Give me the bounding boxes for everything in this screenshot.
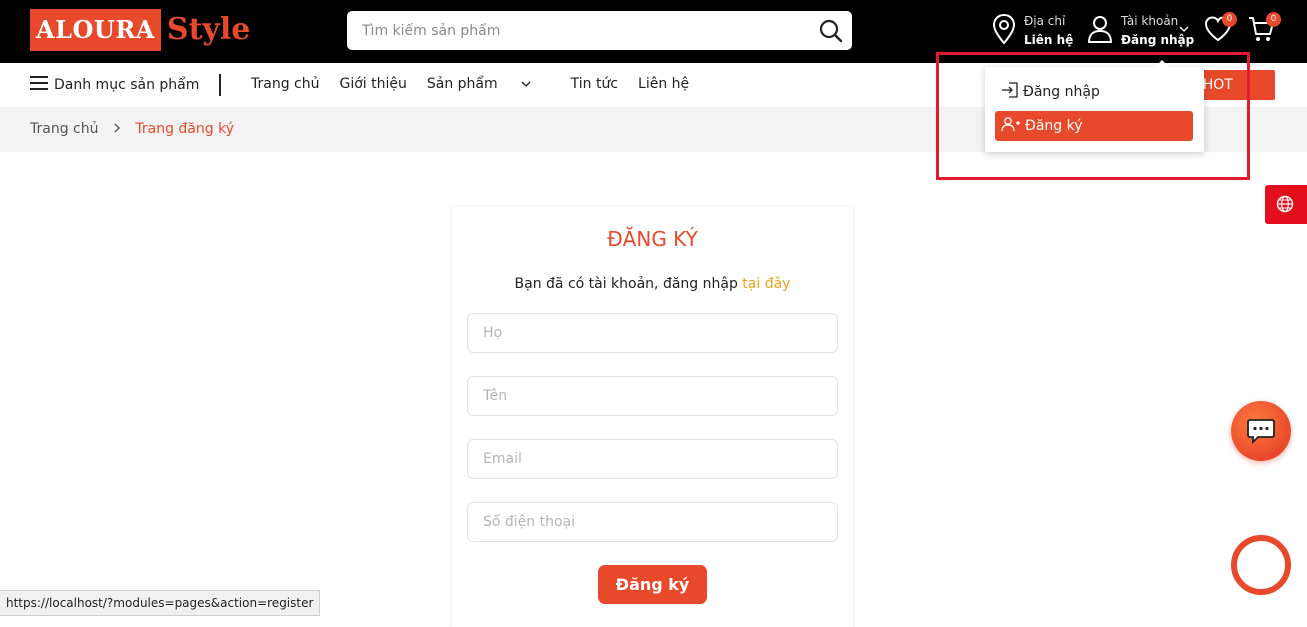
breadcrumb-home[interactable]: Trang chủ xyxy=(30,121,98,137)
nav-link-about[interactable]: Giới thiệu xyxy=(339,76,406,92)
status-url: https://localhost/?modules=pages&action=… xyxy=(0,590,321,616)
chat-button[interactable] xyxy=(1231,401,1291,461)
nav-link-products-label: Sản phẩm xyxy=(426,76,498,92)
nav-links: Trang chủ Giới thiệu Sản phẩm Tin tức Li… xyxy=(251,76,709,92)
nav-link-products[interactable]: Sản phẩm xyxy=(427,76,551,92)
register-title: ĐĂNG KÝ xyxy=(607,227,698,251)
email-field[interactable] xyxy=(467,439,838,479)
heart-icon xyxy=(1203,16,1233,48)
register-card: ĐĂNG KÝ Bạn đã có tài khoản, đăng nhập t… xyxy=(452,207,853,627)
site-logo[interactable]: ALOURA Style xyxy=(30,9,250,51)
category-menu-button[interactable]: Danh mục sản phẩm xyxy=(30,75,199,95)
register-subtitle-text: Bạn đã có tài khoản, đăng nhập xyxy=(514,276,743,292)
language-button[interactable] xyxy=(1265,185,1307,224)
logo-text-right: Style xyxy=(166,12,251,47)
register-subtitle: Bạn đã có tài khoản, đăng nhập tại đây xyxy=(452,276,853,292)
map-pin-icon xyxy=(992,13,1016,49)
logo-text-left: ALOURA xyxy=(30,9,161,51)
nav-link-contact[interactable]: Liên hệ xyxy=(638,76,689,92)
cart-icon xyxy=(1247,17,1275,48)
wishlist-count-badge: 0 xyxy=(1222,12,1237,27)
search-icon[interactable] xyxy=(818,18,844,44)
globe-icon xyxy=(1276,195,1294,217)
phone-field[interactable] xyxy=(467,502,838,542)
chevron-down-icon xyxy=(521,80,531,88)
scroll-top-button[interactable] xyxy=(1231,535,1291,595)
nav-divider xyxy=(219,74,221,96)
first-name-field[interactable] xyxy=(467,376,838,416)
user-icon xyxy=(1087,14,1113,48)
chevron-down-icon xyxy=(1179,18,1189,37)
breadcrumb-current: Trang đăng ký xyxy=(135,121,234,137)
hamburger-icon xyxy=(30,75,48,95)
account-menu[interactable]: Tài khoản Đăng nhập xyxy=(1087,12,1194,50)
login-here-link[interactable]: tại đây xyxy=(742,276,790,292)
address-link[interactable]: Địa chỉ Liên hệ xyxy=(992,12,1073,50)
chat-bubble-icon xyxy=(1246,417,1276,449)
cart-count-badge: 0 xyxy=(1266,12,1281,27)
search-bar xyxy=(347,11,852,50)
search-input[interactable] xyxy=(347,11,787,50)
nav-link-news[interactable]: Tin tức xyxy=(571,76,618,92)
highlight-box xyxy=(936,52,1250,180)
address-value: Liên hệ xyxy=(1024,33,1074,47)
cart-button[interactable]: 0 xyxy=(1247,12,1281,48)
chevron-right-icon xyxy=(113,121,125,137)
last-name-field[interactable] xyxy=(467,313,838,353)
address-label: Địa chỉ xyxy=(1024,14,1066,28)
wishlist-button[interactable]: 0 xyxy=(1203,12,1237,48)
register-submit-button[interactable]: Đăng ký xyxy=(598,565,707,604)
nav-link-home[interactable]: Trang chủ xyxy=(251,76,319,92)
category-menu-label: Danh mục sản phẩm xyxy=(54,77,200,93)
